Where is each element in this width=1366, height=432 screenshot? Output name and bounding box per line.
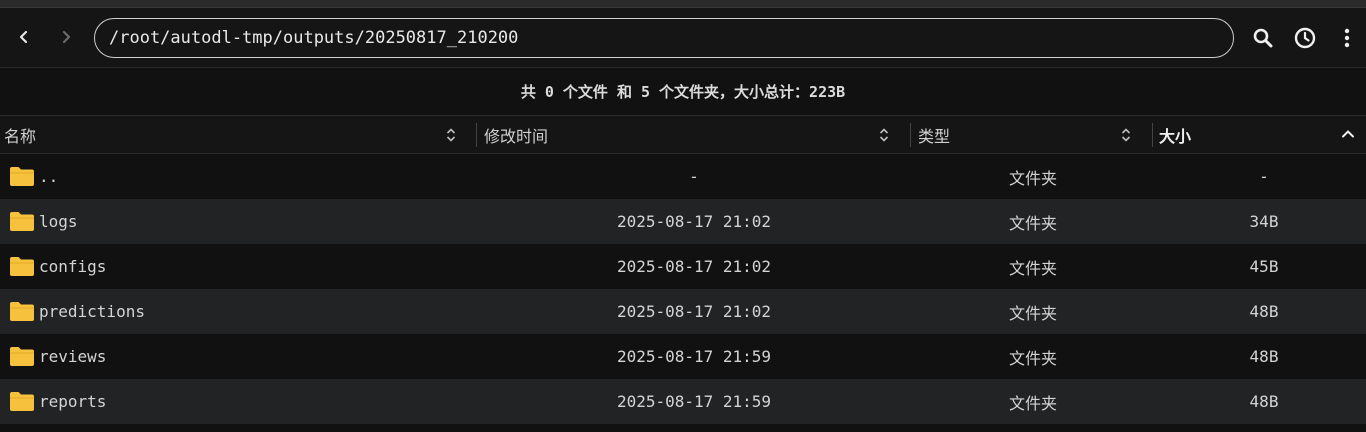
folder-icon xyxy=(10,257,34,276)
sort-updown-icon xyxy=(879,128,889,142)
column-divider[interactable] xyxy=(1152,123,1153,147)
column-type-label: 类型 xyxy=(918,126,951,146)
row-type: 文件夹 xyxy=(1008,258,1057,278)
row-modified: - xyxy=(689,167,699,186)
window-top-edge xyxy=(0,0,1366,8)
table-row-parent[interactable]: .. - 文件夹 - xyxy=(0,154,1366,199)
row-modified: 2025-08-17 21:02 xyxy=(616,257,772,276)
row-size: 48B xyxy=(1249,392,1279,411)
row-modified: 2025-08-17 21:02 xyxy=(616,212,772,231)
table-row[interactable]: reviews 2025-08-17 21:59 文件夹 48B xyxy=(0,334,1366,379)
sort-updown-icon xyxy=(446,128,456,142)
row-modified: 2025-08-17 21:02 xyxy=(616,302,772,321)
table-row[interactable]: reports 2025-08-17 21:59 文件夹 48B xyxy=(0,379,1366,424)
row-size: 34B xyxy=(1249,212,1279,231)
column-header-modified[interactable]: 修改时间 xyxy=(484,116,904,153)
forward-button[interactable] xyxy=(51,22,81,52)
column-header: 名称 修改时间 类型 大小 xyxy=(0,115,1366,154)
chevron-left-icon xyxy=(19,30,28,44)
column-divider[interactable] xyxy=(476,123,477,147)
row-type: 文件夹 xyxy=(1008,348,1057,368)
more-menu-button[interactable] xyxy=(1332,23,1362,53)
column-header-type[interactable]: 类型 xyxy=(918,116,1146,153)
folder-icon xyxy=(10,167,34,186)
history-button[interactable] xyxy=(1290,23,1320,53)
file-list: .. - 文件夹 - logs 2025-08-17 21:02 文件夹 34B… xyxy=(0,154,1366,424)
row-name: predictions xyxy=(39,302,145,321)
row-name: reviews xyxy=(39,347,107,366)
chevron-right-icon xyxy=(62,30,71,44)
folder-icon xyxy=(10,347,34,366)
row-name: configs xyxy=(39,257,107,276)
back-button[interactable] xyxy=(9,22,39,52)
row-size: 48B xyxy=(1249,347,1279,366)
row-type: 文件夹 xyxy=(1008,213,1057,233)
row-size: - xyxy=(1259,167,1269,186)
row-type: 文件夹 xyxy=(1008,168,1057,188)
folder-summary: 共 0 个文件 和 5 个文件夹，大小总计：223B xyxy=(520,83,846,101)
row-size: 48B xyxy=(1249,302,1279,321)
search-button[interactable] xyxy=(1248,23,1278,53)
path-input[interactable]: /root/autodl-tmp/outputs/20250817_210200 xyxy=(94,18,1234,58)
row-name: logs xyxy=(39,212,78,231)
table-row[interactable]: logs 2025-08-17 21:02 文件夹 34B xyxy=(0,199,1366,244)
column-divider[interactable] xyxy=(910,123,911,147)
clock-icon xyxy=(1294,27,1316,49)
table-row[interactable]: predictions 2025-08-17 21:02 文件夹 48B xyxy=(0,289,1366,334)
more-vertical-icon xyxy=(1344,28,1350,48)
folder-icon xyxy=(10,212,34,231)
column-header-name[interactable]: 名称 xyxy=(4,116,474,153)
search-icon xyxy=(1253,28,1273,48)
row-modified: 2025-08-17 21:59 xyxy=(616,392,772,411)
row-name: .. xyxy=(39,167,59,186)
toolbar: /root/autodl-tmp/outputs/20250817_210200 xyxy=(0,8,1366,68)
sort-updown-icon xyxy=(1121,128,1131,142)
row-type: 文件夹 xyxy=(1008,303,1057,323)
folder-icon xyxy=(10,392,34,411)
path-text: /root/autodl-tmp/outputs/20250817_210200 xyxy=(109,28,519,48)
folder-icon xyxy=(10,302,34,321)
column-size-label: 大小 xyxy=(1159,126,1192,146)
row-name: reports xyxy=(39,392,107,411)
row-modified: 2025-08-17 21:59 xyxy=(616,347,772,366)
row-size: 45B xyxy=(1249,257,1279,276)
column-name-label: 名称 xyxy=(4,126,37,146)
column-header-size[interactable]: 大小 xyxy=(1159,116,1359,153)
row-type: 文件夹 xyxy=(1008,393,1057,413)
sort-ascending-icon xyxy=(1342,130,1354,138)
column-modified-label: 修改时间 xyxy=(484,126,549,146)
table-row[interactable]: configs 2025-08-17 21:02 文件夹 45B xyxy=(0,244,1366,289)
